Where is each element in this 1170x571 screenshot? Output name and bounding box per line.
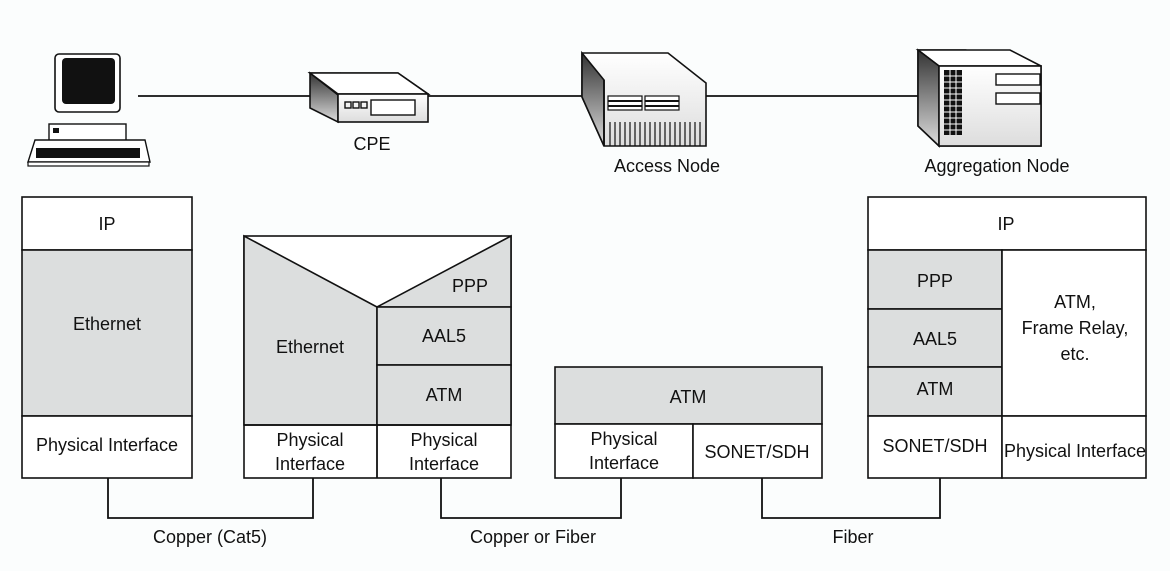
access-node-icon [581,50,707,147]
cpe-device-icon [307,71,431,124]
cpe-physical-right-line1: Physical [410,430,477,450]
cpe-label: CPE [353,134,390,154]
agg-aal5-layer: AAL5 [913,329,957,349]
cpe-ppp-layer: PPP [452,276,488,296]
access-atm-layer: ATM [670,387,707,407]
aggregation-node-icon [915,48,1042,148]
computer-icon [27,53,151,167]
access-physical-line1: Physical [590,429,657,449]
cpe-atm-layer: ATM [426,385,463,405]
agg-ppp-layer: PPP [917,271,953,291]
copper-link-label: Copper (Cat5) [153,527,267,547]
copper-link [107,478,314,519]
pc-ip-layer: IP [98,214,115,234]
agg-sonet-layer: SONET/SDH [882,436,987,456]
cpe-physical-right-line2: Interface [409,454,479,474]
cpe-physical-left-line1: Physical [276,430,343,450]
network-protocol-diagram: CPE Access Node Aggregation Node IP Ethe… [21,48,1147,547]
aggregation-node-label: Aggregation Node [924,156,1069,176]
pc-protocol-stack: IP Ethernet Physical Interface [21,196,193,479]
access-sonet-layer: SONET/SDH [704,442,809,462]
access-physical-line2: Interface [589,453,659,473]
cpe-aal5-layer: AAL5 [422,326,466,346]
agg-other-line2: Frame Relay, [1022,318,1129,338]
agg-other-line1: ATM, [1054,292,1096,312]
cpe-physical-left-line2: Interface [275,454,345,474]
pc-physical-layer: Physical Interface [36,435,178,455]
access-node-label: Access Node [614,156,720,176]
fiber-link-label: Fiber [832,527,873,547]
copper-or-fiber-link [440,478,622,519]
agg-atm-layer: ATM [917,379,954,399]
pc-ethernet-layer: Ethernet [73,314,141,334]
agg-ip-layer: IP [997,214,1014,234]
access-protocol-stack: ATM Physical Interface SONET/SDH [554,366,823,479]
cpe-protocol-stack: Ethernet PPP AAL5 ATM Physical Interface… [243,234,512,479]
agg-physical-layer: Physical Interface [1004,441,1146,461]
aggregation-protocol-stack: IP PPP AAL5 ATM ATM, Frame Relay, etc. S… [867,196,1147,479]
fiber-link [761,478,941,519]
cpe-ethernet-layer: Ethernet [276,337,344,357]
copper-or-fiber-link-label: Copper or Fiber [470,527,596,547]
agg-other-line3: etc. [1060,344,1089,364]
